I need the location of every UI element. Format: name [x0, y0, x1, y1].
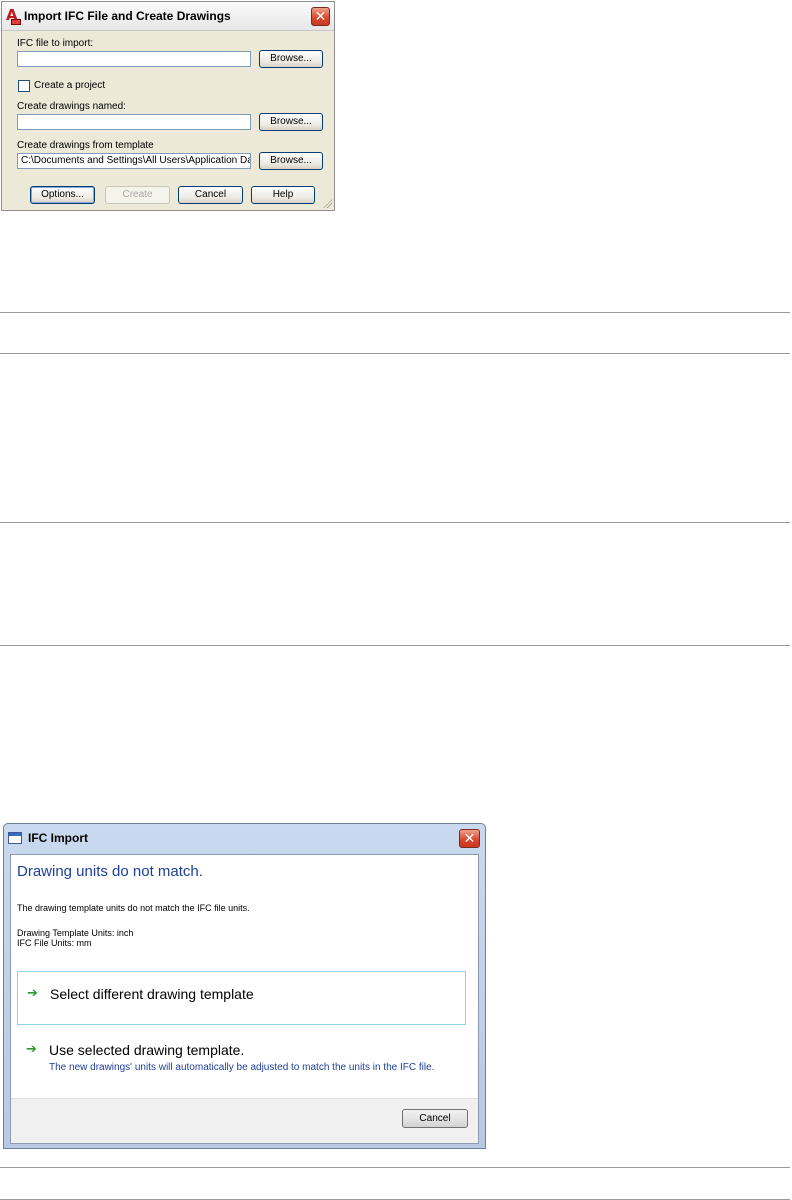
cancel-button[interactable]: Cancel — [402, 1109, 468, 1128]
autocad-app-icon: A — [6, 8, 21, 25]
resize-grip-icon[interactable] — [322, 198, 332, 208]
divider-line — [0, 353, 790, 354]
options-button[interactable]: Options... — [30, 186, 95, 204]
dialog-footer: Cancel — [11, 1098, 478, 1143]
create-project-label: Create a project — [34, 80, 106, 91]
main-instruction: Drawing units do not match. — [17, 863, 203, 880]
dialog-content: Drawing units do not match. The drawing … — [10, 854, 479, 1144]
browse-template-button[interactable]: Browse... — [259, 152, 323, 170]
drawings-named-label: Create drawings named: — [17, 101, 126, 112]
template-input[interactable]: C:\Documents and Settings\All Users\Appl… — [17, 153, 251, 169]
message-text: The drawing template units do not match … — [17, 903, 250, 913]
cancel-button[interactable]: Cancel — [178, 186, 243, 204]
close-icon[interactable]: ✕ — [459, 829, 480, 848]
green-arrow-icon: ➔ — [27, 985, 38, 1000]
create-project-checkbox[interactable] — [18, 80, 30, 92]
ifc-file-label: IFC file to import: — [17, 38, 94, 49]
divider-line — [0, 522, 790, 523]
ifc-file-input[interactable] — [17, 51, 251, 67]
option-title: Select different drawing template — [50, 986, 254, 1002]
template-units-text: Drawing Template Units: inch — [17, 928, 134, 938]
divider-line — [0, 1167, 790, 1168]
divider-line — [0, 645, 790, 646]
template-label: Create drawings from template — [17, 140, 154, 151]
browse-drawings-button[interactable]: Browse... — [259, 113, 323, 131]
use-selected-template-option[interactable]: ➔ Use selected drawing template. The new… — [17, 1038, 466, 1094]
create-button[interactable]: Create — [105, 186, 170, 204]
ifc-import-dialog: IFC Import ✕ Drawing units do not match.… — [3, 823, 486, 1149]
dialog-title: IFC Import — [28, 831, 88, 845]
select-different-template-option[interactable]: ➔ Select different drawing template — [17, 971, 466, 1025]
divider-line — [0, 312, 790, 313]
green-arrow-icon: ➔ — [26, 1041, 37, 1056]
close-icon[interactable]: ✕ — [311, 7, 330, 26]
dialog-title: Import IFC File and Create Drawings — [24, 9, 231, 23]
option-title: Use selected drawing template. — [49, 1042, 245, 1058]
ifc-units-text: IFC File Units: mm — [17, 938, 92, 948]
help-button[interactable]: Help — [251, 186, 315, 204]
dialog-titlebar[interactable]: A Import IFC File and Create Drawings ✕ — [2, 2, 334, 31]
import-ifc-dialog: A Import IFC File and Create Drawings ✕ … — [1, 1, 335, 211]
option-description: The new drawings' units will automatical… — [49, 1062, 435, 1073]
window-icon — [8, 832, 22, 844]
drawings-named-input[interactable] — [17, 114, 251, 130]
browse-ifc-button[interactable]: Browse... — [259, 50, 323, 68]
